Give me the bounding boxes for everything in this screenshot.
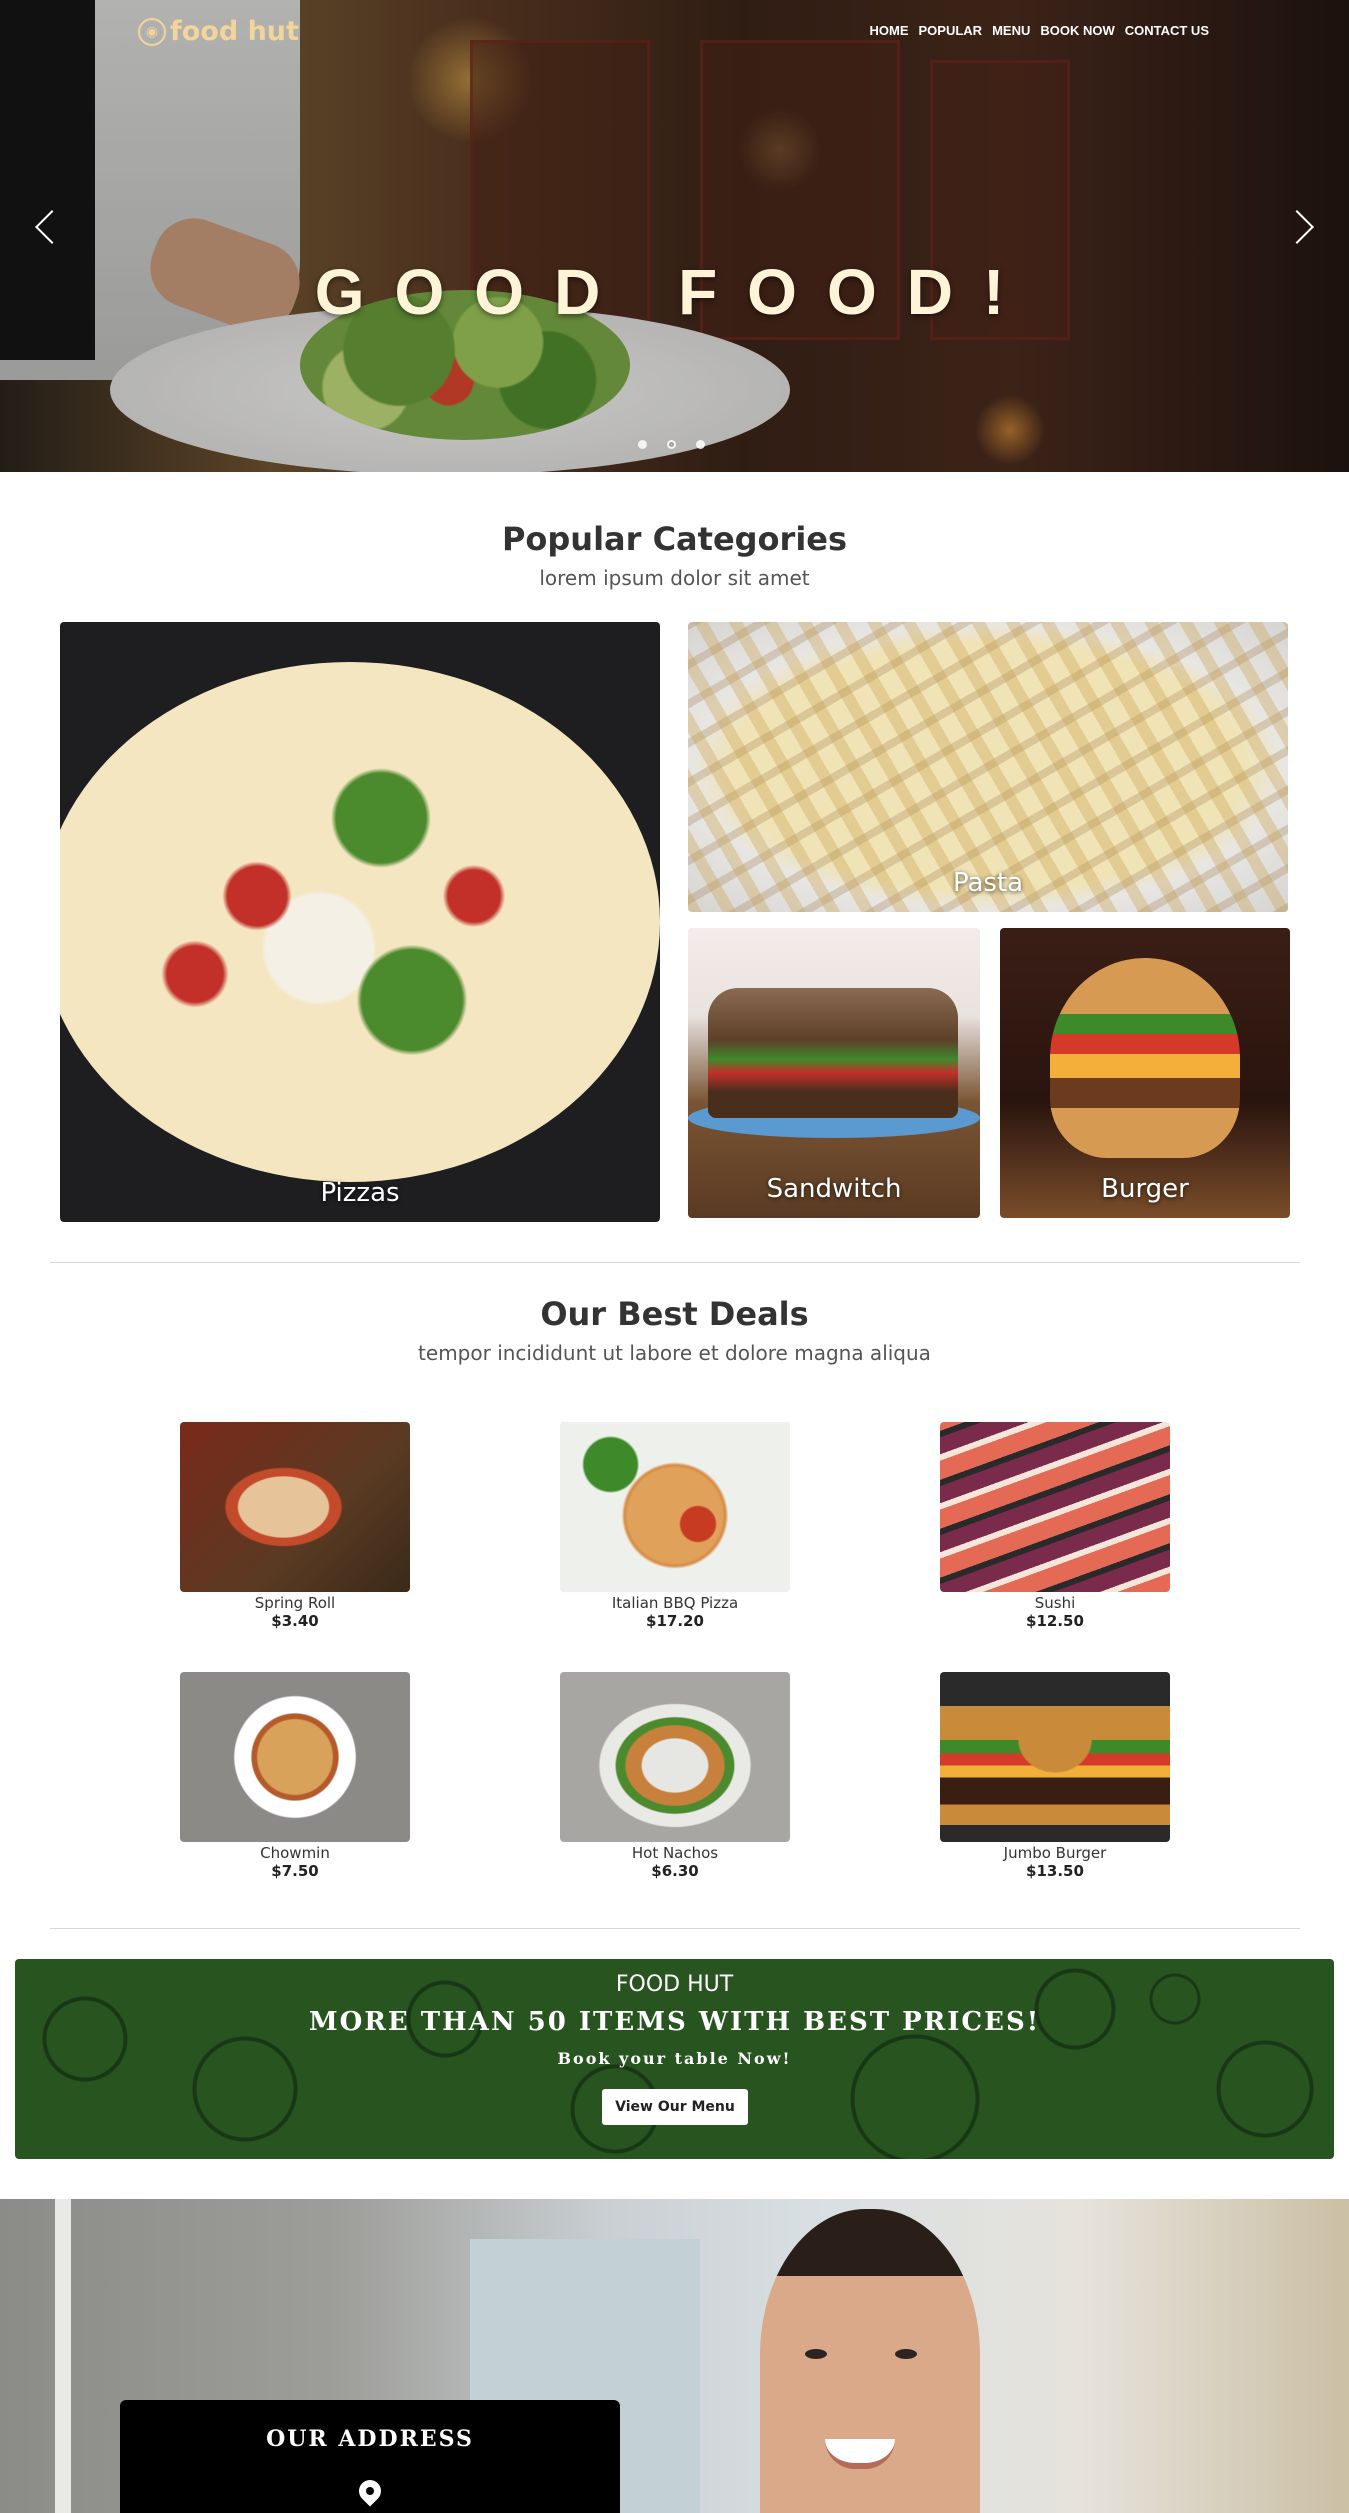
- deal-image: [180, 1422, 410, 1592]
- deal-name: Italian BBQ Pizza: [611, 1594, 739, 1612]
- category-label: Pizzas: [320, 1178, 400, 1208]
- deal-item[interactable]: Chowmin $7.50: [180, 1672, 410, 1880]
- deal-price: $12.50: [1026, 1612, 1084, 1630]
- main-nav: HOME POPULAR MENU BOOK NOW CONTACT US: [870, 23, 1210, 38]
- pizza-image: [60, 662, 660, 1182]
- chef-eye: [805, 2349, 827, 2359]
- category-label: Sandwitch: [766, 1174, 902, 1204]
- category-tile-pizzas[interactable]: Pizzas: [60, 622, 660, 1222]
- deal-image: [560, 1422, 790, 1592]
- wall-pipe: [55, 2199, 71, 2513]
- deal-name: Chowmin: [260, 1844, 330, 1862]
- deal-price: $7.50: [271, 1862, 319, 1880]
- logo-text: food hut: [170, 16, 299, 47]
- section-divider: [50, 1262, 1300, 1263]
- deal-item[interactable]: Hot Nachos $6.30: [560, 1672, 790, 1880]
- deal-name: Spring Roll: [254, 1594, 336, 1612]
- deal-item[interactable]: Jumbo Burger $13.50: [940, 1672, 1170, 1880]
- chef-eye: [895, 2349, 917, 2359]
- carousel-dot[interactable]: [696, 440, 705, 449]
- deal-name: Sushi: [1034, 1594, 1076, 1612]
- hero-carousel: ◉ food hut HOME POPULAR MENU BOOK NOW CO…: [0, 0, 1349, 472]
- deals-subtitle: tempor incididunt ut labore et dolore ma…: [418, 1341, 931, 1365]
- popular-title: Popular Categories: [501, 520, 848, 558]
- hero-overlay: [0, 0, 1349, 472]
- deal-item[interactable]: Sushi $12.50: [940, 1422, 1170, 1630]
- nav-contact-us[interactable]: CONTACT US: [1125, 23, 1209, 38]
- deal-price: $13.50: [1026, 1862, 1084, 1880]
- carousel-dot[interactable]: [638, 440, 647, 449]
- deal-name: Jumbo Burger: [1003, 1844, 1107, 1862]
- nav-popular[interactable]: POPULAR: [919, 23, 983, 38]
- carousel-indicators: [638, 440, 705, 449]
- banner-headline: MORE THAN 50 ITEMS WITH BEST PRICES!: [308, 2007, 1041, 2037]
- deal-name: Hot Nachos: [631, 1844, 719, 1862]
- deal-image: [940, 1672, 1170, 1842]
- popular-subtitle: lorem ipsum dolor sit amet: [539, 566, 810, 590]
- banner-subline: Book your table Now!: [557, 2049, 792, 2068]
- category-label: Pasta: [952, 868, 1024, 898]
- category-tile-sandwitch[interactable]: Sandwitch: [688, 928, 980, 1218]
- site-logo[interactable]: ◉ food hut: [138, 16, 299, 47]
- deal-price: $6.30: [651, 1862, 699, 1880]
- deal-image: [560, 1672, 790, 1842]
- address-card: OUR ADDRESS: [120, 2400, 620, 2513]
- nav-home[interactable]: HOME: [870, 23, 909, 38]
- category-label: Burger: [1101, 1174, 1189, 1204]
- view-menu-button[interactable]: View Our Menu: [602, 2089, 748, 2125]
- deal-image: [940, 1422, 1170, 1592]
- promo-banner: FOOD HUT MORE THAN 50 ITEMS WITH BEST PR…: [15, 1959, 1334, 2159]
- nav-book-now[interactable]: BOOK NOW: [1040, 23, 1114, 38]
- burger-image: [1050, 958, 1240, 1158]
- category-tile-pasta[interactable]: Pasta: [688, 622, 1288, 912]
- deals-title: Our Best Deals: [540, 1295, 809, 1333]
- nav-menu[interactable]: MENU: [992, 23, 1030, 38]
- category-tile-burger[interactable]: Burger: [1000, 928, 1290, 1218]
- carousel-dot-active[interactable]: [667, 440, 676, 449]
- address-title: OUR ADDRESS: [266, 2426, 474, 2452]
- hero-title: GOOD FOOD!: [314, 256, 1035, 328]
- location-pin-icon: [354, 2475, 386, 2507]
- deal-image: [180, 1672, 410, 1842]
- deal-item[interactable]: Italian BBQ Pizza $17.20: [560, 1422, 790, 1630]
- deal-price: $3.40: [271, 1612, 319, 1630]
- deal-item[interactable]: Spring Roll $3.40: [180, 1422, 410, 1630]
- sandwich-image: [708, 988, 958, 1118]
- banner-title: FOOD HUT: [615, 1972, 734, 1997]
- deal-price: $17.20: [646, 1612, 704, 1630]
- section-divider: [50, 1928, 1300, 1929]
- chef-hat-icon: ◉: [138, 17, 166, 46]
